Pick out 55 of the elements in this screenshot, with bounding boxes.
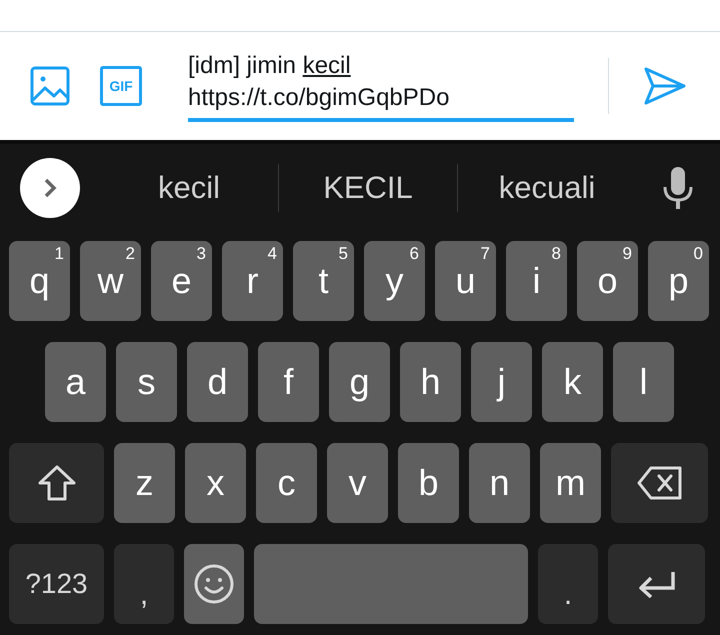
- send-icon[interactable]: [644, 67, 686, 105]
- number-hint: 8: [552, 245, 561, 262]
- tweet-text-field[interactable]: [idm] jimin kecil https://t.co/bgimGqbPDo: [188, 50, 574, 122]
- letter-key[interactable]: d: [187, 342, 248, 422]
- chevron-right-icon: [43, 177, 57, 199]
- letter-key[interactable]: f: [258, 342, 319, 422]
- number-hint: 2: [126, 245, 135, 262]
- number-hint: 0: [694, 245, 703, 262]
- letter-key[interactable]: n: [469, 443, 530, 523]
- letter-key[interactable]: x: [185, 443, 246, 523]
- letter-key[interactable]: g: [329, 342, 390, 422]
- backspace-key[interactable]: [611, 443, 708, 523]
- shift-key[interactable]: [9, 443, 104, 523]
- letter-key[interactable]: h: [400, 342, 461, 422]
- letter-key[interactable]: m: [540, 443, 601, 523]
- number-hint: 3: [196, 245, 206, 262]
- emoji-key[interactable]: [184, 544, 244, 624]
- number-hint: 4: [268, 245, 277, 262]
- letter-key[interactable]: k: [542, 342, 603, 422]
- suggestion-item[interactable]: kecil: [100, 164, 278, 212]
- letter-key[interactable]: q 1: [9, 241, 70, 321]
- backspace-icon: [636, 466, 682, 500]
- number-hint: 1: [54, 245, 64, 262]
- letter-key[interactable]: l: [613, 342, 674, 422]
- image-icon[interactable]: [30, 66, 70, 106]
- microphone-icon[interactable]: [663, 167, 693, 209]
- letter-key[interactable]: b: [398, 443, 459, 523]
- symbols-key[interactable]: ?123: [9, 544, 104, 624]
- letter-key[interactable]: w 2: [80, 241, 141, 321]
- shift-icon: [36, 464, 76, 502]
- punctuation-key[interactable]: ,: [114, 544, 174, 624]
- letter-key[interactable]: v: [327, 443, 388, 523]
- letter-key[interactable]: a: [45, 342, 106, 422]
- letter-key[interactable]: i 8: [506, 241, 567, 321]
- smiley-icon: [193, 563, 235, 605]
- letter-key[interactable]: z: [114, 443, 175, 523]
- number-hint: 6: [410, 245, 419, 262]
- enter-icon: [636, 570, 676, 598]
- enter-key[interactable]: [608, 544, 705, 624]
- suggestion-item[interactable]: KECIL: [279, 164, 457, 212]
- suggestion-item[interactable]: kecuali: [458, 164, 636, 212]
- letter-key[interactable]: c: [256, 443, 317, 523]
- letter-key[interactable]: o 9: [577, 241, 638, 321]
- letter-key[interactable]: y 6: [364, 241, 425, 321]
- punctuation-key[interactable]: .: [538, 544, 598, 624]
- number-hint: 7: [480, 245, 490, 262]
- letter-key[interactable]: s: [116, 342, 177, 422]
- letter-key[interactable]: r 4: [222, 241, 283, 321]
- letter-key[interactable]: j: [471, 342, 532, 422]
- letter-key[interactable]: p 0: [648, 241, 709, 321]
- number-hint: 5: [338, 245, 348, 262]
- letter-key[interactable]: e 3: [151, 241, 212, 321]
- number-hint: 9: [622, 245, 632, 262]
- letter-key[interactable]: t 5: [293, 241, 354, 321]
- letter-key[interactable]: u 7: [435, 241, 496, 321]
